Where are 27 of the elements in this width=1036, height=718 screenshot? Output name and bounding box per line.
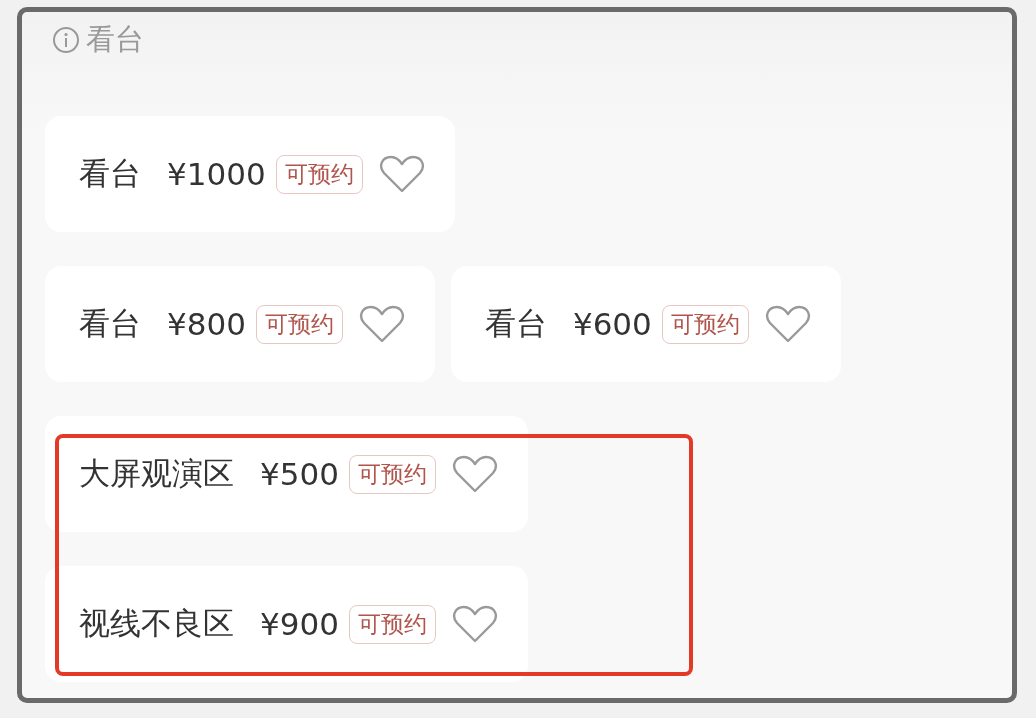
- heart-icon[interactable]: [378, 154, 425, 194]
- availability-tag: 可预约: [275, 154, 363, 194]
- heart-icon[interactable]: [358, 304, 405, 344]
- availability-tag: 可预约: [661, 304, 749, 344]
- seat-area-name: 看台: [79, 154, 141, 193]
- section-title: 看台: [86, 21, 144, 58]
- seat-card[interactable]: 看台 ¥1000 可预约: [45, 116, 455, 232]
- seat-price: ¥1000: [167, 156, 266, 192]
- seat-price: ¥900: [260, 606, 339, 642]
- availability-tag: 可预约: [348, 454, 436, 494]
- seat-card[interactable]: 看台 ¥800 可预约: [45, 266, 435, 382]
- seat-price: ¥600: [572, 306, 652, 342]
- heart-icon[interactable]: [451, 454, 498, 494]
- heart-icon[interactable]: [764, 304, 811, 344]
- heart-icon[interactable]: [451, 604, 498, 644]
- availability-tag: 可预约: [255, 304, 343, 344]
- seat-price: ¥800: [167, 306, 246, 342]
- seat-card[interactable]: 看台 ¥600 可预约: [450, 266, 841, 382]
- seat-area-name: 大屏观演区: [79, 454, 234, 493]
- seat-area-name: 看台: [484, 304, 547, 343]
- availability-tag: 可预约: [348, 604, 436, 644]
- seat-card[interactable]: 大屏观演区 ¥500 可预约: [45, 416, 528, 532]
- seat-area-name: 视线不良区: [79, 604, 234, 643]
- info-icon: [52, 26, 80, 54]
- seat-area-name: 看台: [79, 304, 141, 343]
- seat-price: ¥500: [260, 456, 339, 492]
- seat-card[interactable]: 视线不良区 ¥900 可预约: [45, 566, 528, 682]
